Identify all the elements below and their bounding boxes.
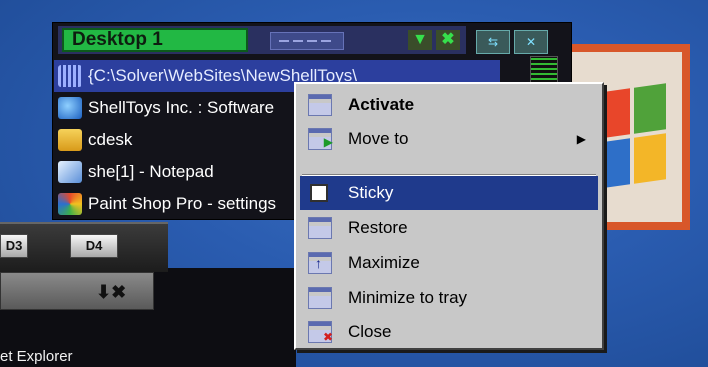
- menu-item-label: Close: [348, 322, 392, 341]
- checkbox-icon[interactable]: [310, 184, 328, 202]
- move-icon: [308, 128, 333, 150]
- pager-strip-controls[interactable]: ⬇✖: [96, 282, 126, 303]
- panel-tool-2-icon[interactable]: ✕: [514, 30, 548, 54]
- menu-item-minimize-to-tray[interactable]: Minimize to tray: [300, 281, 598, 315]
- menu-item-activate[interactable]: Activate: [300, 88, 598, 122]
- task-label: she[1] - Notepad: [88, 162, 214, 181]
- activate-icon: [308, 94, 332, 116]
- task-label: cdesk: [88, 130, 133, 149]
- taskbar-item-explorer[interactable]: et Explorer: [0, 348, 73, 365]
- menu-item-close[interactable]: Close: [300, 315, 598, 349]
- menu-item-maximize[interactable]: Maximize: [300, 246, 598, 280]
- menu-item-sticky[interactable]: Sticky: [300, 176, 598, 210]
- menu-item-label: Minimize to tray: [348, 288, 468, 307]
- task-label: ShellToys Inc. : Software: [88, 98, 275, 117]
- context-menu: Activate Move to ▶ Sticky Restore Maximi…: [294, 82, 604, 350]
- submenu-arrow-icon: ▶: [576, 132, 586, 146]
- desktop-grid-icon[interactable]: [530, 56, 558, 84]
- restore-icon: [308, 217, 332, 239]
- minimize-desktop-icon[interactable]: ▼: [408, 30, 432, 50]
- folder-grid-icon: [58, 65, 82, 87]
- close-desktop-icon[interactable]: ✖: [436, 30, 460, 50]
- menu-item-label: Move to: [348, 129, 409, 148]
- menu-item-restore[interactable]: Restore: [300, 211, 598, 245]
- maximize-icon: [308, 252, 332, 274]
- paint-icon: [58, 193, 82, 215]
- pager-strip: [0, 272, 154, 310]
- browser-icon: [58, 97, 82, 119]
- minimize-tray-icon: [308, 287, 332, 309]
- menu-item-label: Activate: [348, 95, 415, 114]
- close-icon: [308, 321, 333, 344]
- pager-tab-d4[interactable]: D4: [70, 234, 118, 258]
- menu-item-label: Sticky: [348, 183, 394, 202]
- menu-item-label: Maximize: [348, 253, 420, 272]
- panel-tool-icon[interactable]: ⇆: [476, 30, 510, 54]
- task-label: Paint Shop Pro - settings: [88, 194, 277, 213]
- folder-icon: [58, 129, 82, 151]
- desktop-name[interactable]: Desktop 1: [62, 28, 248, 52]
- pager-tab-d3[interactable]: D3: [0, 234, 28, 258]
- notepad-icon: [58, 161, 82, 183]
- windows-logo-icon: [598, 83, 666, 189]
- desktop-switch-handle[interactable]: [270, 32, 344, 50]
- menu-item-move-to[interactable]: Move to ▶: [300, 122, 598, 156]
- menu-item-label: Restore: [348, 218, 408, 237]
